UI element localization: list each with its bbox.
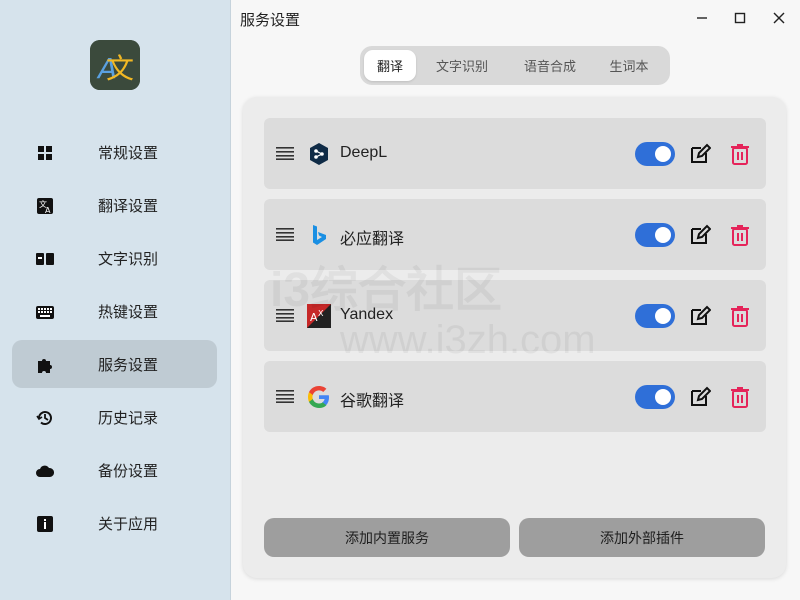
sidebar-item-label: 备份设置 <box>98 462 159 480</box>
edit-icon[interactable] <box>689 224 711 246</box>
window-title: 服务设置 <box>240 12 301 29</box>
keyboard-icon <box>36 303 54 321</box>
drag-handle-icon[interactable] <box>276 308 294 322</box>
puzzle-icon <box>36 356 54 374</box>
tab-ocr[interactable]: 文字识别 <box>420 50 504 81</box>
service-tabs: 翻译 文字识别 语音合成 生词本 <box>360 46 670 85</box>
service-toggle[interactable] <box>635 223 675 247</box>
info-icon <box>36 515 54 533</box>
title-bar: 服务设置 <box>230 0 800 36</box>
drag-handle-icon[interactable] <box>276 146 294 160</box>
service-toggle[interactable] <box>635 304 675 328</box>
toggle-knob <box>655 227 671 243</box>
close-button[interactable] <box>767 6 791 30</box>
sidebar-item-backup[interactable]: 备份设置 <box>12 446 217 494</box>
sidebar-item-service[interactable]: 服务设置 <box>12 340 217 388</box>
drag-handle-icon[interactable] <box>276 227 294 241</box>
ocr-icon <box>36 250 54 268</box>
bing-icon <box>313 225 326 245</box>
sidebar-item-about[interactable]: 关于应用 <box>12 499 217 547</box>
minimize-button[interactable] <box>690 6 714 30</box>
google-icon <box>308 386 329 408</box>
service-row-google: 谷歌翻译 <box>264 361 766 432</box>
sidebar: A 文 常规设置 文A 翻译设置 文字识别 热键设置 服务设置 历史记录 备份设… <box>0 0 231 600</box>
sidebar-item-label: 文字识别 <box>98 250 159 268</box>
service-toggle[interactable] <box>635 142 675 166</box>
tab-tts[interactable]: 语音合成 <box>508 50 592 81</box>
cloud-icon <box>36 462 54 480</box>
add-external-plugin-button[interactable]: 添加外部插件 <box>519 518 765 557</box>
sidebar-item-hotkey[interactable]: 热键设置 <box>12 287 217 335</box>
service-row-yandex: AX Yandex <box>264 280 766 351</box>
service-toggle[interactable] <box>635 385 675 409</box>
service-name: Yandex <box>340 306 394 323</box>
sidebar-item-history[interactable]: 历史记录 <box>12 393 217 441</box>
service-panel: DeepL 必应翻译 AX Yandex 谷歌翻译 添加内置服务 添加外部插件 <box>243 97 786 578</box>
sidebar-item-label: 历史记录 <box>98 409 159 427</box>
delete-icon[interactable] <box>730 224 750 246</box>
sidebar-item-label: 关于应用 <box>98 515 159 533</box>
yandex-icon: AX <box>307 304 331 328</box>
delete-icon[interactable] <box>730 386 750 408</box>
service-name: 必应翻译 <box>340 231 405 248</box>
toggle-knob <box>655 389 671 405</box>
tab-translate[interactable]: 翻译 <box>364 50 416 81</box>
service-row-deepl: DeepL <box>264 118 766 189</box>
toggle-knob <box>655 146 671 162</box>
svg-text:A: A <box>310 311 318 324</box>
toggle-knob <box>655 308 671 324</box>
sidebar-item-translate[interactable]: 文A 翻译设置 <box>12 181 217 229</box>
app-logo-glyph: 文 <box>106 52 134 85</box>
delete-icon[interactable] <box>730 143 750 165</box>
sidebar-item-label: 服务设置 <box>98 356 159 374</box>
app-logo: A 文 <box>90 40 140 90</box>
svg-text:X: X <box>318 309 324 318</box>
edit-icon[interactable] <box>689 305 711 327</box>
close-icon <box>773 12 785 24</box>
edit-icon[interactable] <box>689 386 711 408</box>
translate-icon: 文A <box>36 197 54 215</box>
history-icon <box>36 409 54 427</box>
sidebar-nav: 常规设置 文A 翻译设置 文字识别 热键设置 服务设置 历史记录 备份设置 关于… <box>12 128 217 552</box>
sidebar-item-label: 翻译设置 <box>98 197 159 215</box>
maximize-button[interactable] <box>728 6 752 30</box>
service-name: DeepL <box>340 144 388 161</box>
sidebar-item-general[interactable]: 常规设置 <box>12 128 217 176</box>
delete-icon[interactable] <box>730 305 750 327</box>
grid-icon <box>36 144 54 162</box>
sidebar-item-label: 热键设置 <box>98 303 159 321</box>
minimize-icon <box>697 17 707 19</box>
deepl-icon <box>310 143 328 165</box>
sidebar-item-label: 常规设置 <box>98 144 159 162</box>
svg-text:A: A <box>45 206 51 214</box>
edit-icon[interactable] <box>689 143 711 165</box>
tab-vocabulary[interactable]: 生词本 <box>596 50 662 81</box>
sidebar-item-ocr[interactable]: 文字识别 <box>12 234 217 282</box>
add-builtin-service-button[interactable]: 添加内置服务 <box>264 518 510 557</box>
service-name: 谷歌翻译 <box>340 393 405 410</box>
service-row-bing: 必应翻译 <box>264 199 766 270</box>
drag-handle-icon[interactable] <box>276 389 294 403</box>
maximize-icon <box>734 12 746 24</box>
